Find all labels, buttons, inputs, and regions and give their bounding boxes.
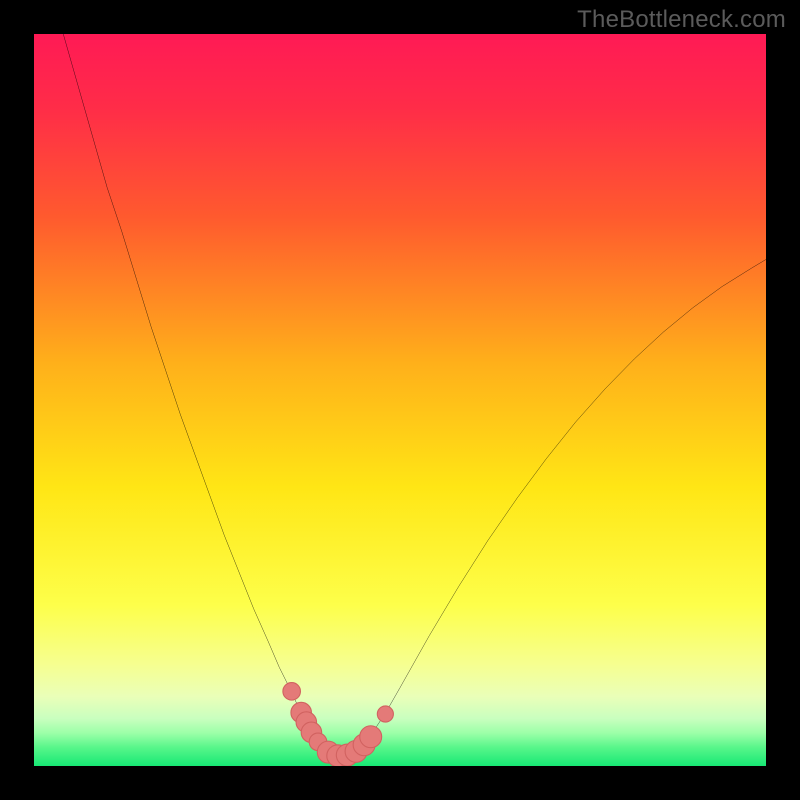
watermark-label: TheBottleneck.com	[577, 6, 786, 34]
marker-point	[360, 726, 382, 748]
marker-point	[283, 683, 301, 701]
highlight-markers	[283, 683, 394, 766]
chart-frame: TheBottleneck.com	[0, 0, 800, 800]
plot-area	[34, 34, 766, 766]
curve-layer	[34, 34, 766, 766]
marker-point	[377, 706, 393, 722]
bottleneck-curve	[63, 34, 766, 756]
